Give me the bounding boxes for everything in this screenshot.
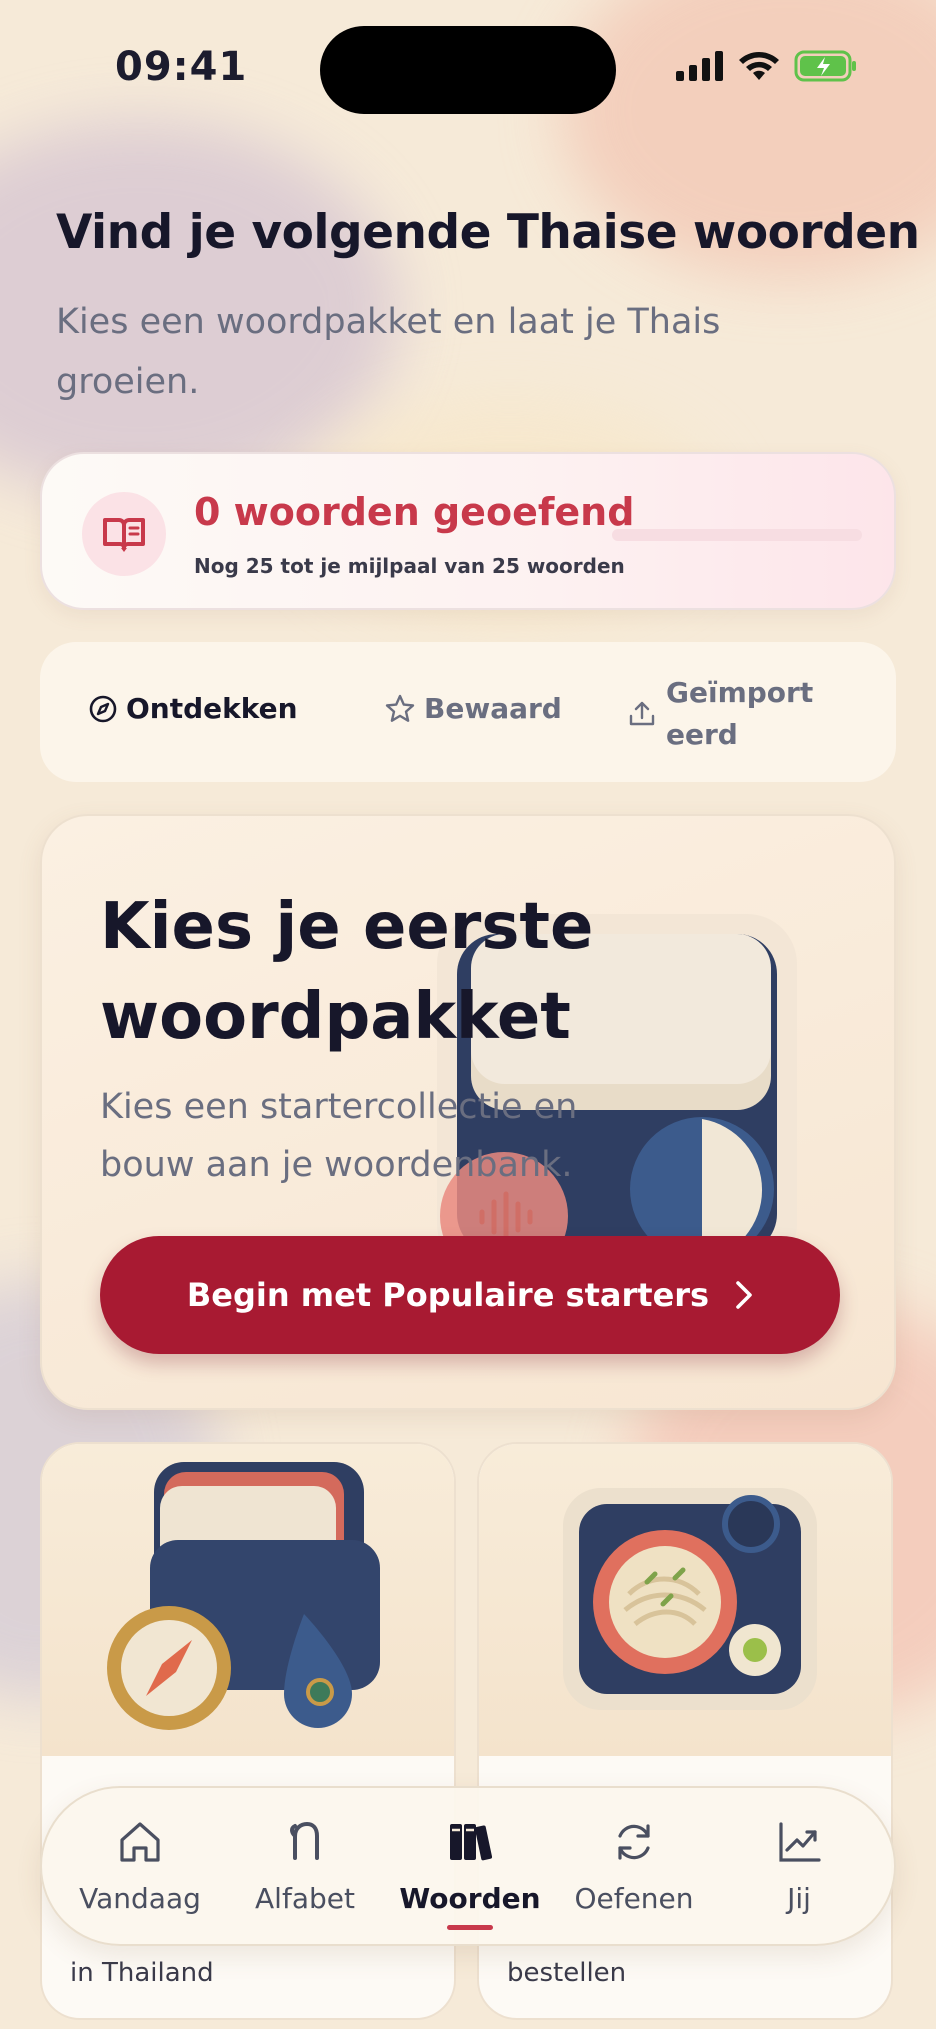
pack-label: bestellen xyxy=(507,1958,627,1988)
refresh-icon xyxy=(618,1824,650,1860)
tab-imported[interactable]: Geïmporteerd xyxy=(626,672,826,756)
tab-label: Geïmporteerd xyxy=(666,676,814,751)
book-open-icon xyxy=(82,492,166,576)
thai-letter-icon xyxy=(290,1821,319,1860)
nav-label: Alfabet xyxy=(255,1882,355,1915)
status-time: 09:41 xyxy=(115,44,248,90)
chevron-right-icon xyxy=(736,1281,752,1309)
compass-icon xyxy=(89,695,117,722)
signal-icon xyxy=(676,51,723,81)
nav-alphabet[interactable]: Alfabet xyxy=(225,1816,385,1915)
nav-you[interactable]: Jij xyxy=(719,1816,879,1915)
bottom-nav: Vandaag Alfabet Woorden Oefenen Jij xyxy=(40,1786,896,1946)
tab-saved[interactable]: Bewaard xyxy=(384,692,562,725)
progress-subtitle: Nog 25 tot je mijlpaal van 25 woorden xyxy=(194,554,625,578)
noodle-bowl-icon xyxy=(563,1488,817,1710)
books-icon xyxy=(450,1824,493,1861)
hero-subtitle: Kies een startercollectie en bouw aan je… xyxy=(100,1087,578,1185)
status-bar: 09:41 xyxy=(0,0,936,140)
status-icons xyxy=(676,50,858,82)
page-title: Vind je volgende Thaise woorden xyxy=(56,205,920,260)
nav-label: Oefenen xyxy=(574,1882,694,1915)
tab-discover[interactable]: Ontdekken xyxy=(88,692,298,725)
pack-image xyxy=(479,1444,891,1756)
wifi-icon xyxy=(739,52,779,80)
tab-label: Ontdekken xyxy=(126,692,298,725)
hero-card: Kies je eerste woordpakket Kies een star… xyxy=(40,814,896,1410)
star-icon xyxy=(385,694,415,722)
start-button-label: Begin met Populaire starters xyxy=(186,1276,710,1314)
page-subtitle: Kies een woordpakket en laat je Thais gr… xyxy=(56,302,721,402)
pack-tabs: Ontdekken Bewaard Geïmporteerd xyxy=(40,642,896,782)
start-popular-button[interactable]: Begin met Populaire starters xyxy=(100,1236,840,1354)
battery-icon xyxy=(794,50,856,82)
nav-label: Vandaag xyxy=(79,1882,201,1915)
nav-today[interactable]: Vandaag xyxy=(60,1816,220,1915)
progress-card[interactable]: 0 woorden geoefend Nog 25 tot je mijlpaa… xyxy=(40,452,896,610)
hero-title: Kies je eerste woordpakket xyxy=(100,890,594,1054)
progress-bar xyxy=(612,529,862,541)
progress-title: 0 woorden geoefend xyxy=(194,490,635,534)
nav-words[interactable]: Woorden xyxy=(390,1816,550,1930)
nav-label: Jij xyxy=(787,1882,811,1915)
nav-practice[interactable]: Oefenen xyxy=(554,1816,714,1915)
nav-label: Woorden xyxy=(399,1882,541,1915)
travel-kit-icon xyxy=(107,1462,380,1730)
chart-icon xyxy=(779,1822,821,1862)
dynamic-island xyxy=(320,26,616,114)
tab-label: Bewaard xyxy=(424,692,562,725)
upload-icon xyxy=(629,701,655,726)
pack-label: in Thailand xyxy=(70,1958,214,1988)
home-icon xyxy=(120,1822,160,1862)
pack-image xyxy=(42,1444,454,1756)
nav-active-indicator xyxy=(447,1925,493,1930)
